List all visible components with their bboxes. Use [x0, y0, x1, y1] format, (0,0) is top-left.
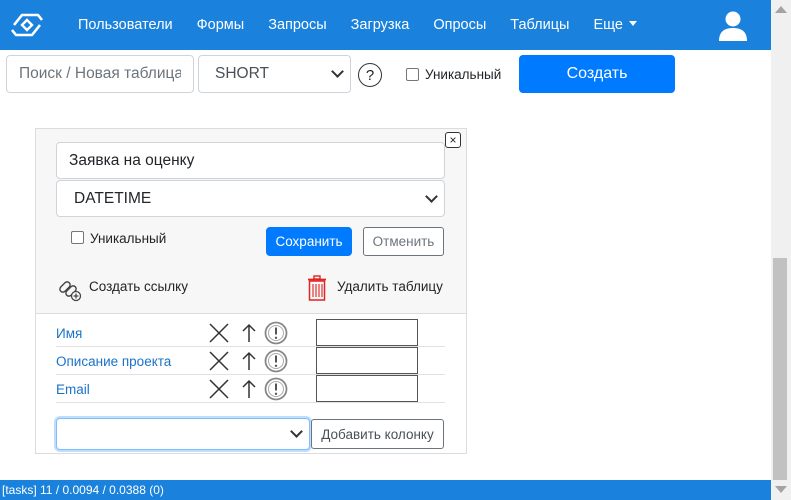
column-value-input[interactable] — [316, 375, 418, 402]
delete-column-icon[interactable] — [209, 351, 229, 371]
scroll-down-arrow-icon[interactable] — [775, 486, 787, 493]
logo-icon[interactable] — [8, 10, 46, 40]
nav-item-tables[interactable]: Таблицы — [498, 17, 581, 33]
exclamation-circle-icon[interactable] — [264, 349, 288, 373]
nav-item-upload[interactable]: Загрузка — [339, 17, 422, 33]
nav-menu: Пользователи Формы Запросы Загрузка Опро… — [66, 0, 649, 50]
panel-unique-checkbox[interactable] — [71, 231, 84, 244]
column-value-input[interactable] — [316, 347, 418, 374]
chevron-down-icon — [331, 65, 344, 78]
caret-down-icon — [628, 21, 637, 26]
add-column-button[interactable]: Добавить колонку — [311, 419, 444, 449]
scroll-up-arrow-icon[interactable] — [775, 6, 787, 13]
delete-column-icon[interactable] — [209, 379, 229, 399]
column-value-input[interactable] — [316, 319, 418, 346]
add-column-select[interactable] — [56, 418, 310, 450]
table-name-input[interactable] — [56, 142, 445, 179]
type-select-value: SHORT — [215, 65, 269, 82]
column-link-name[interactable]: Имя — [56, 326, 82, 341]
chevron-down-icon — [425, 189, 438, 203]
create-button[interactable]: Создать — [519, 55, 675, 93]
column-link-email[interactable]: Email — [56, 382, 90, 397]
unique-checkbox[interactable] — [406, 68, 419, 81]
user-icon[interactable] — [718, 10, 748, 42]
trash-icon[interactable] — [306, 275, 328, 301]
row-divider — [56, 402, 445, 403]
cancel-button[interactable]: Отменить — [363, 227, 444, 256]
nav-item-more-label: Еще — [593, 17, 623, 33]
exclamation-circle-icon[interactable] — [264, 377, 288, 401]
help-icon[interactable]: ? — [358, 63, 382, 87]
top-navbar: Пользователи Формы Запросы Загрузка Опро… — [0, 0, 771, 50]
arrow-up-icon[interactable] — [241, 323, 257, 343]
search-input[interactable] — [6, 55, 194, 93]
unique-label: Уникальный — [425, 67, 502, 82]
status-bar: [tasks] 11 / 0.0094 / 0.0388 (0) — [0, 480, 771, 500]
chevron-down-icon — [290, 425, 303, 438]
nav-item-forms[interactable]: Формы — [185, 17, 257, 33]
nav-item-users[interactable]: Пользователи — [66, 17, 185, 33]
nav-item-surveys[interactable]: Опросы — [421, 17, 498, 33]
link-icon[interactable] — [57, 276, 83, 302]
nav-item-more[interactable]: Еще — [581, 17, 649, 33]
exclamation-circle-icon[interactable] — [264, 321, 288, 345]
scrollbar-thumb[interactable] — [773, 258, 787, 480]
panel-unique-label: Уникальный — [90, 231, 167, 246]
column-type-select[interactable]: DATETIME — [56, 180, 445, 217]
delete-table-label[interactable]: Удалить таблицу — [337, 279, 443, 294]
close-icon[interactable]: × — [445, 132, 461, 148]
column-type-value: DATETIME — [74, 189, 152, 207]
nav-item-queries[interactable]: Запросы — [256, 17, 338, 33]
delete-column-icon[interactable] — [209, 323, 229, 343]
create-link-label[interactable]: Создать ссылку — [89, 279, 188, 294]
type-select[interactable]: SHORT — [198, 55, 351, 93]
column-link-description[interactable]: Описание проекта — [56, 354, 171, 369]
save-button[interactable]: Сохранить — [266, 227, 352, 256]
arrow-up-icon[interactable] — [241, 351, 257, 371]
arrow-up-icon[interactable] — [241, 379, 257, 399]
